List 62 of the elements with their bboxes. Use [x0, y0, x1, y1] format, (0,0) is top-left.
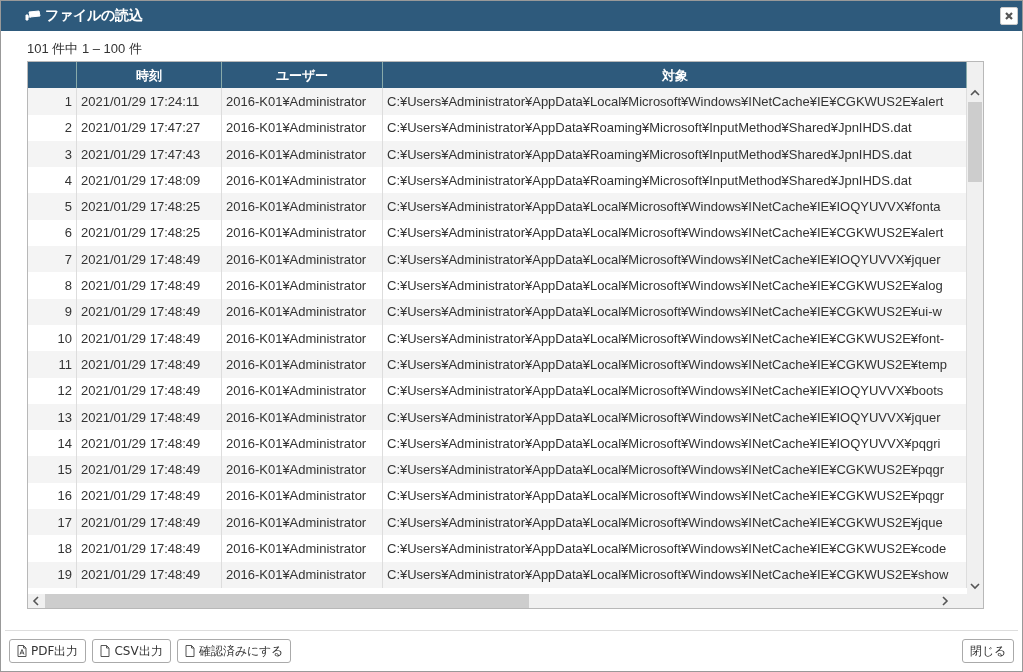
table-cell: 2021/01/29 17:48:49	[77, 246, 222, 273]
table-cell: C:¥Users¥Administrator¥AppData¥Local¥Microsoft¥Windows¥INetCache¥IE¥IOQYUVVX¥jquer	[383, 246, 967, 273]
security-camera-icon	[25, 10, 41, 22]
row-number: 1	[28, 88, 77, 115]
column-header[interactable]: 時刻	[77, 62, 222, 89]
row-number: 15	[28, 456, 77, 483]
table-cell: 2021/01/29 17:48:25	[77, 193, 222, 220]
table-cell: 2016-K01¥Administrator	[222, 246, 383, 273]
table-cell: 2021/01/29 17:48:49	[77, 509, 222, 536]
pdf-export-button[interactable]: PDF出力	[9, 639, 87, 663]
row-number: 9	[28, 298, 77, 325]
row-number: 11	[28, 351, 77, 378]
table-cell: C:¥Users¥Administrator¥AppData¥Local¥Microsoft¥Windows¥INetCache¥IE¥CGKWUS2E¥show	[383, 561, 967, 588]
table-cell: 2016-K01¥Administrator	[222, 193, 383, 220]
row-number: 3	[28, 140, 77, 168]
header-corner	[28, 62, 77, 89]
column-header[interactable]: ユーザー	[222, 62, 383, 89]
close-dialog-button[interactable]: 閉じる	[962, 639, 1014, 663]
table-cell: C:¥Users¥Administrator¥AppData¥Roaming¥Microsoft¥InputMethod¥Shared¥JpnIHDS.dat	[383, 140, 967, 168]
table-cell: 2021/01/29 17:24:11	[77, 88, 222, 115]
table-cell: 2021/01/29 17:48:49	[77, 561, 222, 588]
row-number: 7	[28, 246, 77, 273]
column-header[interactable]: 対象	[383, 62, 967, 89]
file-icon	[184, 645, 195, 657]
table-cell: 2021/01/29 17:48:49	[77, 298, 222, 325]
table-cell: C:¥Users¥Administrator¥AppData¥Local¥Microsoft¥Windows¥INetCache¥IE¥CGKWUS2E¥alert	[383, 88, 967, 115]
close-icon	[1004, 11, 1014, 21]
row-number: 17	[28, 509, 77, 536]
table-cell: C:¥Users¥Administrator¥AppData¥Local¥Microsoft¥Windows¥INetCache¥IE¥CGKWUS2E¥temp	[383, 351, 967, 378]
table-cell: 2016-K01¥Administrator	[222, 509, 383, 536]
scroll-down-icon[interactable]	[970, 583, 980, 590]
record-count: 101 件中 1 – 100 件	[27, 40, 143, 58]
table-cell: 2016-K01¥Administrator	[222, 351, 383, 378]
pdf-file-icon	[17, 645, 27, 657]
table-cell: 2021/01/29 17:48:49	[77, 351, 222, 378]
row-number: 19	[28, 561, 77, 588]
table-cell: C:¥Users¥Administrator¥AppData¥Local¥Microsoft¥Windows¥INetCache¥IE¥IOQYUVVX¥jquer	[383, 403, 967, 431]
table-cell: 2016-K01¥Administrator	[222, 456, 383, 483]
horizontal-scrollbar-thumb[interactable]	[45, 594, 529, 608]
table-cell: 2021/01/29 17:47:43	[77, 140, 222, 168]
table-cell: 2021/01/29 17:48:49	[77, 456, 222, 483]
table-cell: C:¥Users¥Administrator¥AppData¥Local¥Microsoft¥Windows¥INetCache¥IE¥IOQYUVVX¥fonta	[383, 193, 967, 220]
table-cell: 2016-K01¥Administrator	[222, 403, 383, 431]
table-cell: C:¥Users¥Administrator¥AppData¥Local¥Microsoft¥Windows¥INetCache¥IE¥CGKWUS2E¥ui-w	[383, 298, 967, 325]
table-cell: 2016-K01¥Administrator	[222, 298, 383, 325]
scroll-right-icon[interactable]	[942, 596, 949, 606]
table-cell: 2016-K01¥Administrator	[222, 561, 383, 588]
table-cell: C:¥Users¥Administrator¥AppData¥Local¥Microsoft¥Windows¥INetCache¥IE¥CGKWUS2E¥jque	[383, 509, 967, 536]
close-button[interactable]	[1000, 7, 1018, 25]
table-cell: 2016-K01¥Administrator	[222, 140, 383, 168]
scroll-up-icon[interactable]	[970, 89, 980, 96]
row-number: 13	[28, 403, 77, 431]
vertical-scrollbar-thumb[interactable]	[968, 102, 982, 182]
action-button[interactable]: CSV出力	[92, 639, 171, 663]
row-number: 5	[28, 193, 77, 220]
action-button[interactable]: 確認済みにする	[176, 639, 291, 663]
table-cell: 2021/01/29 17:48:49	[77, 403, 222, 431]
file-icon	[100, 645, 111, 657]
window-title: ファイルの読込	[45, 7, 143, 25]
table-cell: 2016-K01¥Administrator	[222, 88, 383, 115]
table-cell: C:¥Users¥Administrator¥AppData¥Local¥Microsoft¥Windows¥INetCache¥IE¥CGKWUS2E¥pqgr	[383, 456, 967, 483]
scroll-left-icon[interactable]	[32, 596, 39, 606]
